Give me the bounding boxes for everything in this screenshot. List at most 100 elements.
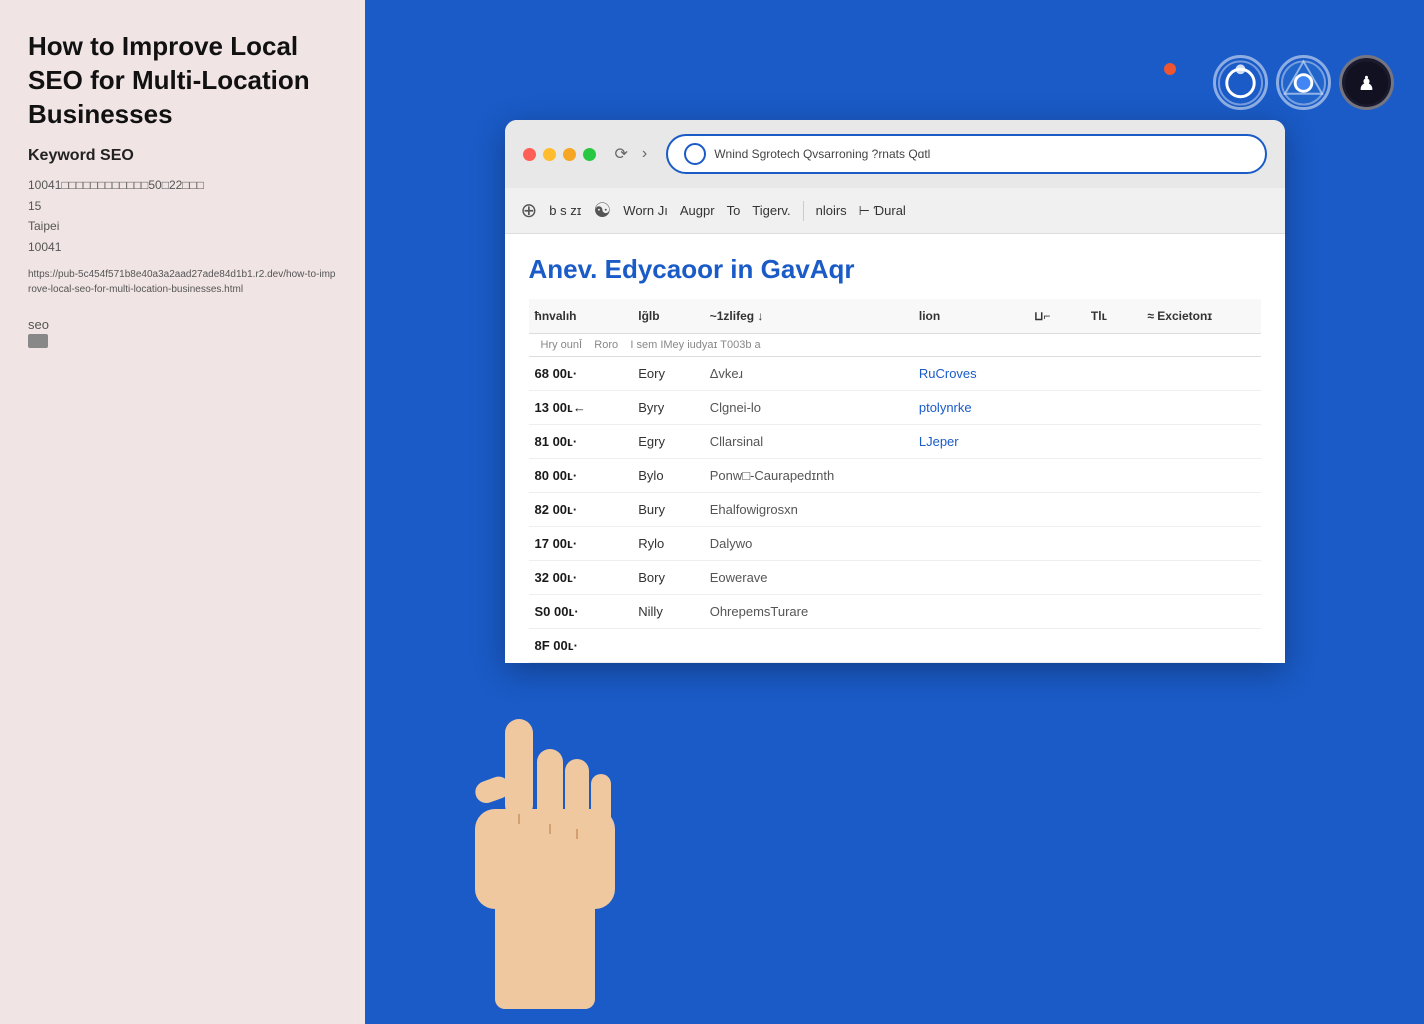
tag-icon: [28, 334, 48, 348]
cell-3: Δvkeɹ: [698, 357, 907, 391]
cell-3: Ehalfowigrosxn: [698, 493, 907, 527]
th-0: ħnvalıh: [529, 299, 627, 334]
cell-6: [1079, 425, 1135, 459]
th-1: lg̃lb: [626, 299, 697, 334]
browser-icons-row: ♟: [1213, 55, 1394, 110]
cell-5: [1022, 527, 1079, 561]
traffic-light-yellow[interactable]: [543, 148, 556, 161]
table-body: 68 00ʟ· Eory Δvkeɹ RuCroves 13 00ʟ← Byry…: [529, 357, 1261, 663]
dark-icon: ♟: [1339, 55, 1394, 110]
table-row: S0 00ʟ· Nilly OhrepemsTurare: [529, 595, 1261, 629]
table-row: 8F 00ʟ·: [529, 629, 1261, 663]
cell-5: [1022, 357, 1079, 391]
article-url: https://pub-5c454f571b8e40a3a2aad27ade84…: [28, 267, 337, 297]
cell-6: [1079, 357, 1135, 391]
toolbar-label-0: b s zɪ: [549, 203, 581, 218]
data-table: ħnvalıh lg̃lb ~1zlifeg ↓ lion ⊔⌐ Tlʟ ≈ E…: [529, 299, 1261, 663]
right-panel: ♟ ⟳ › Wnind Sgrotech Qvsarroning ?rnats …: [365, 0, 1424, 1024]
chrome-icon: [1276, 55, 1331, 110]
cell-7: [1135, 561, 1260, 595]
cell-vol: 8F 00ʟ·: [529, 629, 627, 663]
cell-5: [1022, 493, 1079, 527]
cell-3: OhrepemsTurare: [698, 595, 907, 629]
traffic-lights: [523, 148, 596, 161]
toolbar-label-tigerv: Tigerv.: [752, 203, 790, 218]
cell-5: [1022, 629, 1079, 663]
cell-3: Ponw□-Caurapedɪnth: [698, 459, 907, 493]
cell-vol: 82 00ʟ·: [529, 493, 627, 527]
cell-7: [1135, 357, 1260, 391]
address-bar[interactable]: Wnind Sgrotech Qvsarroning ?rnats Qɑtl: [666, 134, 1266, 174]
cell-2: Bylo: [626, 459, 697, 493]
traffic-light-red[interactable]: [523, 148, 536, 161]
firefox-icon: [1213, 55, 1268, 110]
article-title: How to Improve Local SEO for Multi-Locat…: [28, 30, 337, 131]
cell-vol: 17 00ʟ·: [529, 527, 627, 561]
address-icon: [684, 143, 706, 165]
cell-2: Nilly: [626, 595, 697, 629]
th-5: Tlʟ: [1079, 299, 1135, 334]
th-6: ≈ Excietonɪ: [1135, 299, 1260, 334]
table-row: 81 00ʟ· Egry Cllarsinal LJeper: [529, 425, 1261, 459]
traffic-light-green[interactable]: [583, 148, 596, 161]
cell-5: [1022, 561, 1079, 595]
toolbar-label-te: To: [727, 203, 741, 218]
cell-7: [1135, 527, 1260, 561]
cell-4: [907, 561, 1022, 595]
browser-titlebar: ⟳ › Wnind Sgrotech Qvsarroning ?rnats Qɑ…: [505, 120, 1285, 188]
cell-6: [1079, 527, 1135, 561]
cell-2: Bury: [626, 493, 697, 527]
cell-6: [1079, 493, 1135, 527]
cell-5: [1022, 425, 1079, 459]
table-subheader: Hry ounĪ Roro I sem IMey iudyaɪ T003b a: [529, 334, 1261, 357]
cell-6: [1079, 629, 1135, 663]
th-2: ~1zlifeg ↓: [698, 299, 907, 334]
cell-4: [907, 527, 1022, 561]
browser-toolbar: ⊕ b s zɪ ☯ Worn Jı Augpr To Tigerv. nloi…: [505, 188, 1285, 234]
toolbar-icon-1[interactable]: ☯: [593, 198, 611, 223]
toolbar-icon-0[interactable]: ⊕: [521, 198, 538, 223]
table-row: 17 00ʟ· Rylo Dalywo: [529, 527, 1261, 561]
cell-7: [1135, 425, 1260, 459]
left-panel: How to Improve Local SEO for Multi-Locat…: [0, 0, 365, 1024]
cell-7: [1135, 459, 1260, 493]
th-4: ⊔⌐: [1022, 299, 1079, 334]
cell-vol: 81 00ʟ·: [529, 425, 627, 459]
cell-6: [1079, 595, 1135, 629]
table-row: 32 00ʟ· Bory Eowerave: [529, 561, 1261, 595]
cell-3: Clgnei-lo: [698, 391, 907, 425]
forward-button[interactable]: ›: [637, 143, 652, 165]
nav-arrows: ⟳ ›: [610, 142, 653, 166]
cell-5: [1022, 391, 1079, 425]
svg-text:♟: ♟: [1358, 72, 1376, 94]
toolbar-label-worm: Worn Jı: [623, 203, 668, 218]
cell-5: [1022, 459, 1079, 493]
cell-6: [1079, 459, 1135, 493]
cell-vol: S0 00ʟ·: [529, 595, 627, 629]
cell-2: Eory: [626, 357, 697, 391]
cell-4: RuCroves: [907, 357, 1022, 391]
table-row: 13 00ʟ← Byry Clgnei-lo ptolynrke: [529, 391, 1261, 425]
cell-4: LJeper: [907, 425, 1022, 459]
traffic-light-orange[interactable]: [563, 148, 576, 161]
cell-3: [698, 629, 907, 663]
cell-4: [907, 493, 1022, 527]
browser-content: Anev. Edycaoor in GavAqr ħnvalıh lg̃lb ~…: [505, 234, 1285, 663]
cell-vol: 80 00ʟ·: [529, 459, 627, 493]
cell-6: [1079, 561, 1135, 595]
cell-4: [907, 629, 1022, 663]
cell-3: Cllarsinal: [698, 425, 907, 459]
toolbar-label-nloirs: nloirs: [816, 203, 847, 218]
browser-window: ⟳ › Wnind Sgrotech Qvsarroning ?rnats Qɑ…: [505, 120, 1285, 663]
toolbar-label-dural: ⊢ Ɗural: [859, 203, 906, 219]
back-button[interactable]: ⟳: [610, 142, 633, 166]
red-dot-icon: [1164, 63, 1176, 75]
cell-3: Dalywo: [698, 527, 907, 561]
table-row: 80 00ʟ· Bylo Ponw□-Caurapedɪnth: [529, 459, 1261, 493]
table-header-row: ħnvalıh lg̃lb ~1zlifeg ↓ lion ⊔⌐ Tlʟ ≈ E…: [529, 299, 1261, 334]
cell-2: Egry: [626, 425, 697, 459]
hand-pointer: [415, 699, 635, 1024]
cell-7: [1135, 595, 1260, 629]
cell-4: [907, 459, 1022, 493]
address-text: Wnind Sgrotech Qvsarroning ?rnats Qɑtl: [714, 147, 1248, 161]
